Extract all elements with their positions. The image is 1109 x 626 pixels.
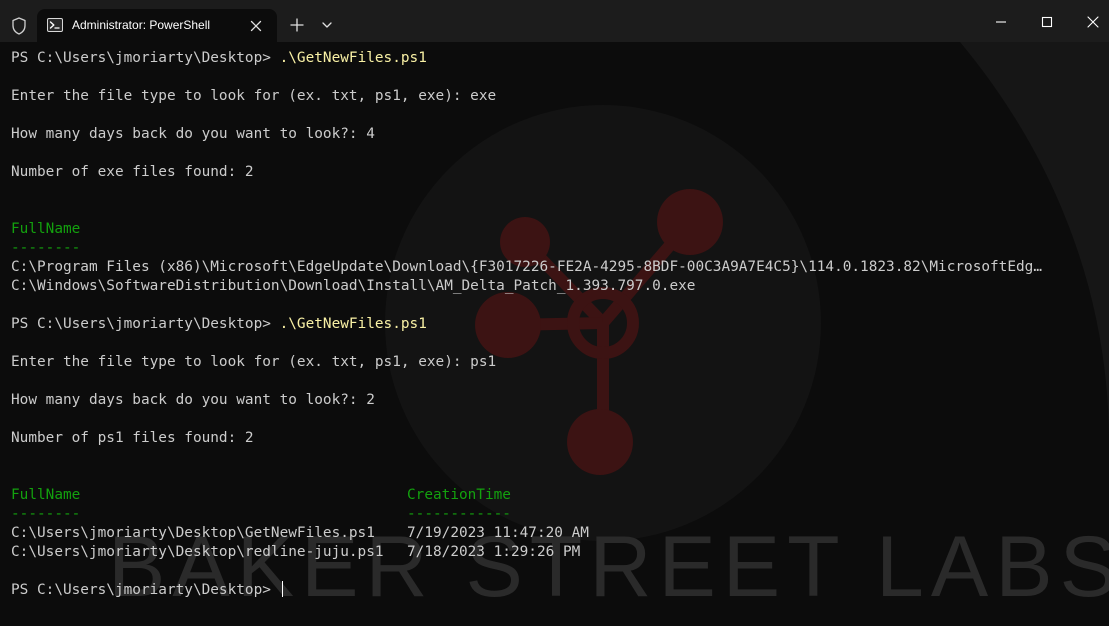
command-text: .\GetNewFiles.ps1	[279, 50, 427, 66]
column-header-creationtime: CreationTime	[407, 487, 511, 503]
result-row: C:\Users\jmoriarty\Desktop\GetNewFiles.p…	[11, 524, 1085, 543]
prompt-text: PS C:\Users\jmoriarty\Desktop>	[11, 316, 280, 332]
file-type-question: Enter the file type to look for (ex. txt…	[11, 354, 497, 370]
result-row: C:\Users\jmoriarty\Desktop\redline-juju.…	[11, 543, 1085, 562]
result-row: C:\Program Files (x86)\Microsoft\EdgeUpd…	[11, 259, 1043, 275]
column-header-fullname: FullName	[11, 221, 81, 237]
command-text: .\GetNewFiles.ps1	[279, 316, 427, 332]
files-found-count: Number of ps1 files found: 2	[11, 430, 254, 446]
prompt-line: PS C:\Users\jmoriarty\Desktop> .\GetNewF…	[11, 49, 1085, 68]
result-creationtime: 7/18/2023 1:29:26 PM	[407, 544, 581, 560]
dropdown-chevron-icon[interactable]	[317, 15, 337, 35]
underline-fullname: --------	[11, 506, 81, 522]
prompt-line: PS C:\Users\jmoriarty\Desktop> .\GetNewF…	[11, 315, 1085, 334]
new-tab-icon[interactable]	[287, 15, 307, 35]
column-header-underline: -------- ------------	[11, 505, 1085, 524]
minimize-icon[interactable]	[989, 10, 1013, 34]
tab-title: Administrator: PowerShell	[72, 18, 211, 32]
powershell-icon	[47, 18, 63, 32]
result-row: C:\Windows\SoftwareDistribution\Download…	[11, 278, 696, 294]
title-bar: Administrator: PowerShell	[0, 0, 1109, 42]
current-prompt-line[interactable]: PS C:\Users\jmoriarty\Desktop>	[11, 581, 1085, 600]
prompt-text: PS C:\Users\jmoriarty\Desktop>	[11, 50, 280, 66]
result-creationtime: 7/19/2023 11:47:20 AM	[407, 525, 589, 541]
maximize-icon[interactable]	[1035, 10, 1059, 34]
days-question: How many days back do you want to look?:…	[11, 126, 375, 142]
files-found-count: Number of exe files found: 2	[11, 164, 254, 180]
file-type-question: Enter the file type to look for (ex. txt…	[11, 88, 497, 104]
underline-creationtime: ------------	[407, 506, 511, 522]
prompt-text: PS C:\Users\jmoriarty\Desktop>	[11, 582, 280, 598]
result-fullname: C:\Users\jmoriarty\Desktop\GetNewFiles.p…	[11, 525, 375, 541]
close-window-icon[interactable]	[1081, 10, 1105, 34]
tab-powershell[interactable]: Administrator: PowerShell	[37, 9, 277, 42]
column-header-underline: --------	[11, 240, 81, 256]
result-fullname: C:\Users\jmoriarty\Desktop\redline-juju.…	[11, 544, 384, 560]
shield-icon[interactable]	[9, 16, 29, 36]
console-output[interactable]: PS C:\Users\jmoriarty\Desktop> .\GetNewF…	[11, 49, 1085, 600]
text-cursor	[281, 581, 283, 597]
column-header-row: FullName CreationTime	[11, 486, 1085, 505]
close-tab-icon[interactable]	[245, 15, 267, 37]
powershell-window: Administrator: PowerShell BAKER STREET L…	[0, 0, 1109, 626]
column-header-fullname: FullName	[11, 487, 81, 503]
days-question: How many days back do you want to look?:…	[11, 392, 375, 408]
